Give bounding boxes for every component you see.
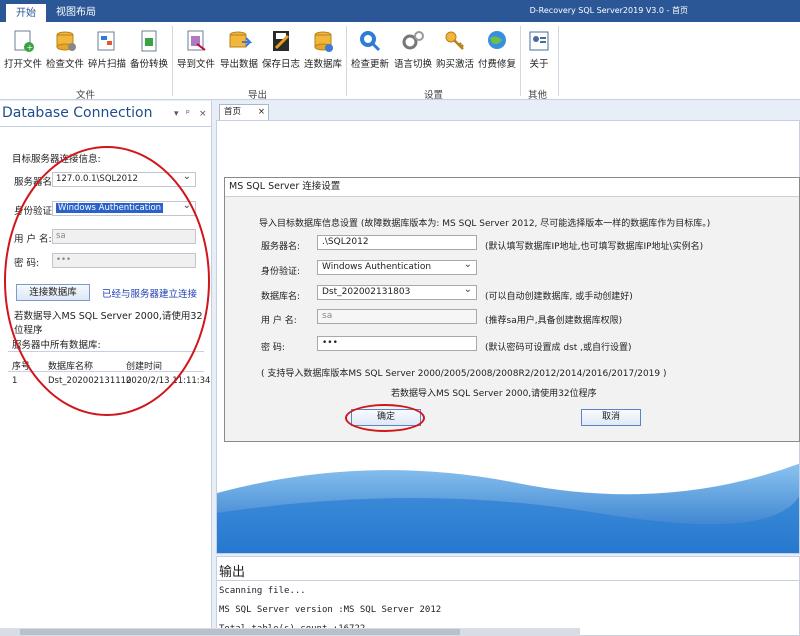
- dialog-auth-select[interactable]: Windows Authentication: [317, 258, 477, 275]
- paid-repair-button[interactable]: 付费修复: [476, 24, 518, 86]
- check-file-icon: [52, 28, 78, 54]
- panel-header: Database Connection ▾ ᵖ ×: [0, 101, 211, 127]
- ribbon-tab-view-layout[interactable]: 视图布局: [56, 4, 96, 22]
- output-panel: 输出 Scanning file... MS SQL Server versio…: [216, 556, 800, 636]
- export-file-button[interactable]: 导到文件: [174, 24, 218, 86]
- panel-dropdown-icon[interactable]: ▾: [174, 109, 179, 119]
- open-file-icon: +: [10, 28, 36, 54]
- fragment-scan-icon: [94, 28, 120, 54]
- language-switch-button[interactable]: 语言切换: [392, 24, 434, 86]
- document-tab-bar: 首页 ×: [216, 101, 800, 120]
- export-data-icon: [226, 28, 253, 54]
- dialog-username-field[interactable]: sa: [317, 309, 477, 324]
- save-log-label: 保存日志: [261, 59, 300, 70]
- dialog-server-label: 服务器名:: [261, 242, 301, 252]
- group-label-export: 导出: [248, 90, 268, 101]
- group-label-settings: 设置: [424, 90, 444, 101]
- dialog-db-value: Dst_202002131803: [322, 287, 411, 297]
- dialog-server-hint: (默认填写数据库IP地址,也可填写数据库IP地址\实例名): [485, 242, 704, 252]
- output-title: 输出: [219, 565, 246, 580]
- horizontal-scrollbar[interactable]: [0, 628, 580, 636]
- dialog-password-hint: (默认密码可设置成 dst ,或自行设置): [485, 343, 632, 353]
- key-icon: [442, 28, 468, 54]
- close-icon[interactable]: ×: [199, 109, 207, 119]
- divider: [217, 580, 799, 581]
- dialog-sql2000-note: 若数据导入MS SQL Server 2000,请使用32位程序: [391, 389, 597, 399]
- purchase-activate-button[interactable]: 购买激活: [434, 24, 476, 86]
- group-label-other: 其他: [528, 90, 548, 101]
- export-data-button[interactable]: 导出数据: [218, 24, 260, 86]
- dialog-supported-versions: ( 支持导入数据库版本MS SQL Server 2000/2005/2008/…: [261, 369, 667, 379]
- about-label: 关于: [529, 59, 549, 70]
- export-file-label: 导到文件: [176, 59, 215, 70]
- dialog-server-value: .\SQL2012: [322, 237, 369, 247]
- red-annotation-ellipse: [4, 146, 210, 416]
- ribbon-tab-start[interactable]: 开始: [6, 4, 46, 22]
- backup-convert-icon: [136, 28, 162, 54]
- check-file-label: 检查文件: [45, 59, 84, 70]
- connect-database-icon: [310, 28, 336, 54]
- group-label-file: 文件: [76, 90, 96, 101]
- language-switch-label: 语言切换: [393, 59, 432, 70]
- dialog-password-value: •••: [322, 338, 338, 348]
- connect-database-label: 连数据库: [303, 59, 342, 70]
- dialog-auth-label: 身份验证:: [261, 267, 301, 277]
- open-file-button[interactable]: + 打开文件: [2, 24, 44, 86]
- pin-icon[interactable]: ᵖ: [186, 109, 190, 119]
- globe-icon: [484, 28, 510, 54]
- dialog-auth-value: Windows Authentication: [322, 262, 432, 272]
- database-connection-panel: Database Connection ▾ ᵖ × 目标服务器连接信息: 服务器…: [0, 101, 212, 636]
- dialog-db-label: 数据库名:: [261, 292, 301, 302]
- save-log-icon: [268, 28, 294, 54]
- gear-icon: [400, 28, 426, 54]
- export-data-label: 导出数据: [219, 59, 258, 70]
- group-separator: [346, 26, 347, 96]
- row-index: 1: [12, 376, 18, 386]
- contact-card-icon: [526, 28, 552, 54]
- red-annotation-ellipse: [345, 404, 425, 432]
- check-file-button[interactable]: 检查文件: [44, 24, 86, 86]
- background-wave-graphic: [217, 463, 799, 553]
- backup-convert-label: 备份转换: [129, 59, 168, 70]
- dialog-title: MS SQL Server 连接设置: [225, 178, 799, 197]
- output-line: MS SQL Server version :MS SQL Server 201…: [219, 605, 442, 615]
- export-file-icon: [183, 28, 209, 54]
- check-update-button[interactable]: 检查更新: [348, 24, 392, 86]
- dialog-user-label: 用 户 名:: [261, 316, 297, 326]
- panel-title: Database Connection: [2, 105, 153, 121]
- ribbon: + 打开文件 检查文件 碎片扫描 备份转换 文件 导到文件 导出数据 保存日志 …: [0, 22, 800, 101]
- cancel-button[interactable]: 取消: [581, 409, 641, 426]
- paid-repair-label: 付费修复: [477, 59, 516, 70]
- check-update-label: 检查更新: [350, 59, 389, 70]
- search-icon: [357, 28, 383, 54]
- dialog-password-field[interactable]: •••: [317, 336, 477, 351]
- dialog-user-hint: (推荐sa用户,具备创建数据库权限): [485, 316, 623, 326]
- group-separator: [520, 26, 521, 96]
- tab-home-label: 首页: [224, 107, 242, 117]
- open-file-label: 打开文件: [3, 59, 42, 70]
- svg-text:+: +: [27, 43, 34, 52]
- sql-connection-dialog: MS SQL Server 连接设置 导入目标数据库信息设置 (故障数据库版本为…: [224, 177, 800, 442]
- backup-convert-button[interactable]: 备份转换: [128, 24, 170, 86]
- connect-database-button[interactable]: 连数据库: [302, 24, 344, 86]
- dialog-db-select[interactable]: Dst_202002131803: [317, 283, 477, 300]
- save-log-button[interactable]: 保存日志: [260, 24, 302, 86]
- window-title: D-Recovery SQL Server2019 V3.0 - 首页: [529, 6, 688, 15]
- dialog-db-hint: (可以自动创建数据库, 或手动创建好): [485, 292, 633, 302]
- fragment-scan-label: 碎片扫描: [87, 59, 126, 70]
- fragment-scan-button[interactable]: 碎片扫描: [86, 24, 128, 86]
- dialog-server-input[interactable]: .\SQL2012: [317, 235, 477, 250]
- close-icon[interactable]: ×: [258, 105, 265, 119]
- dialog-username-value: sa: [322, 311, 333, 321]
- about-button[interactable]: 关于: [522, 24, 556, 86]
- group-separator: [558, 26, 559, 96]
- output-line: Scanning file...: [219, 586, 306, 596]
- title-bar: 开始 视图布局 D-Recovery SQL Server2019 V3.0 -…: [0, 0, 800, 22]
- purchase-activate-label: 购买激活: [435, 59, 474, 70]
- tab-home[interactable]: 首页 ×: [219, 104, 269, 120]
- dialog-intro: 导入目标数据库信息设置 (故障数据库版本为: MS SQL Server 201…: [259, 219, 711, 229]
- dialog-password-label: 密 码:: [261, 343, 285, 353]
- group-separator: [172, 26, 173, 96]
- scrollbar-thumb[interactable]: [20, 629, 460, 635]
